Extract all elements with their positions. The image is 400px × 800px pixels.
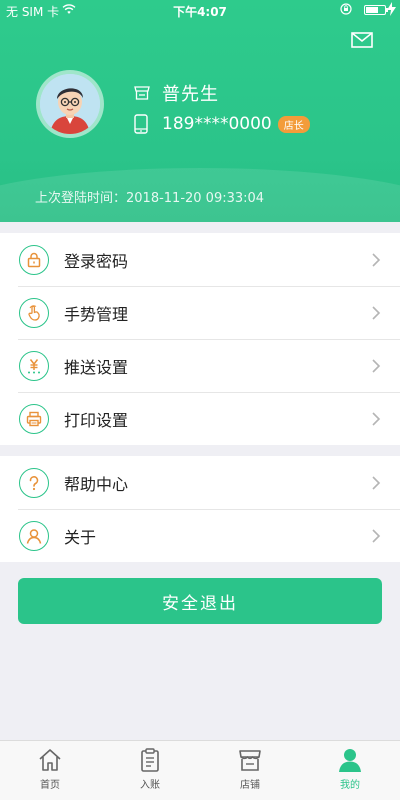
- shop-icon: [134, 86, 150, 100]
- tab-home[interactable]: 首页: [0, 741, 100, 800]
- battery-icon: [364, 5, 388, 15]
- chevron-right-icon: [372, 358, 381, 373]
- profile-header: 无 SIM 卡 下午4:07 普先生 189****0000 店长 上次登陆时间…: [0, 0, 400, 222]
- menu-item-print-settings[interactable]: 打印设置: [0, 392, 400, 445]
- clipboard-icon: [141, 748, 159, 772]
- menu-item-about[interactable]: 关于: [0, 509, 400, 562]
- help-group: 帮助中心 关于: [0, 456, 400, 562]
- home-icon: [39, 749, 61, 771]
- menu-item-help-center[interactable]: 帮助中心: [0, 456, 400, 509]
- user-name: 普先生: [162, 84, 219, 105]
- chevron-right-icon: [372, 252, 381, 267]
- tab-label: 店铺: [240, 780, 260, 791]
- lock-icon: [19, 244, 49, 275]
- yuan-push-icon: [19, 350, 49, 381]
- phone-icon: [134, 114, 148, 134]
- menu-item-label: 推送设置: [64, 357, 129, 377]
- chevron-right-icon: [372, 305, 381, 320]
- phone-row: 189****0000 店长: [134, 112, 310, 136]
- menu-item-login-password[interactable]: 登录密码: [0, 233, 400, 286]
- printer-icon: [19, 403, 49, 434]
- tab-store[interactable]: 店铺: [200, 741, 300, 800]
- logout-button[interactable]: 安全退出: [18, 578, 382, 624]
- chevron-right-icon: [372, 475, 381, 490]
- user-phone: 189****0000: [162, 114, 272, 134]
- role-badge: 店长: [277, 115, 310, 133]
- chevron-right-icon: [372, 528, 381, 543]
- tab-label: 入账: [140, 780, 160, 791]
- menu-item-label: 帮助中心: [64, 474, 129, 494]
- tab-mine[interactable]: 我的: [300, 741, 400, 800]
- menu-item-label: 手势管理: [64, 304, 129, 324]
- menu-item-gesture[interactable]: 手势管理: [0, 286, 400, 339]
- status-bar: 无 SIM 卡 下午4:07: [0, 0, 400, 20]
- bottom-tab-bar: 首页 入账 店铺 我的: [0, 740, 400, 800]
- store-icon: [239, 750, 261, 771]
- menu-item-label: 登录密码: [64, 251, 129, 271]
- menu-item-label: 关于: [64, 527, 97, 547]
- charging-icon: [387, 2, 396, 16]
- tab-label: 首页: [40, 780, 60, 791]
- menu-item-push-settings[interactable]: 推送设置: [0, 339, 400, 392]
- tab-label: 我的: [340, 780, 360, 791]
- avatar-illustration: [40, 74, 100, 134]
- settings-group: 登录密码 手势管理 推送设置 打印设置: [0, 233, 400, 445]
- last-login-time: 上次登陆时间：2018-11-20 09:33:04: [35, 191, 265, 206]
- hand-gesture-icon: [19, 297, 49, 328]
- user-icon: [19, 520, 49, 551]
- person-icon: [339, 749, 361, 772]
- tab-accounting[interactable]: 入账: [100, 741, 200, 800]
- avatar[interactable]: [40, 74, 100, 134]
- menu-item-label: 打印设置: [64, 410, 129, 430]
- rotation-lock-icon: [340, 3, 352, 15]
- question-icon: [19, 467, 49, 498]
- chevron-right-icon: [372, 411, 381, 426]
- name-row: 普先生: [134, 82, 219, 105]
- mail-icon[interactable]: [350, 30, 374, 50]
